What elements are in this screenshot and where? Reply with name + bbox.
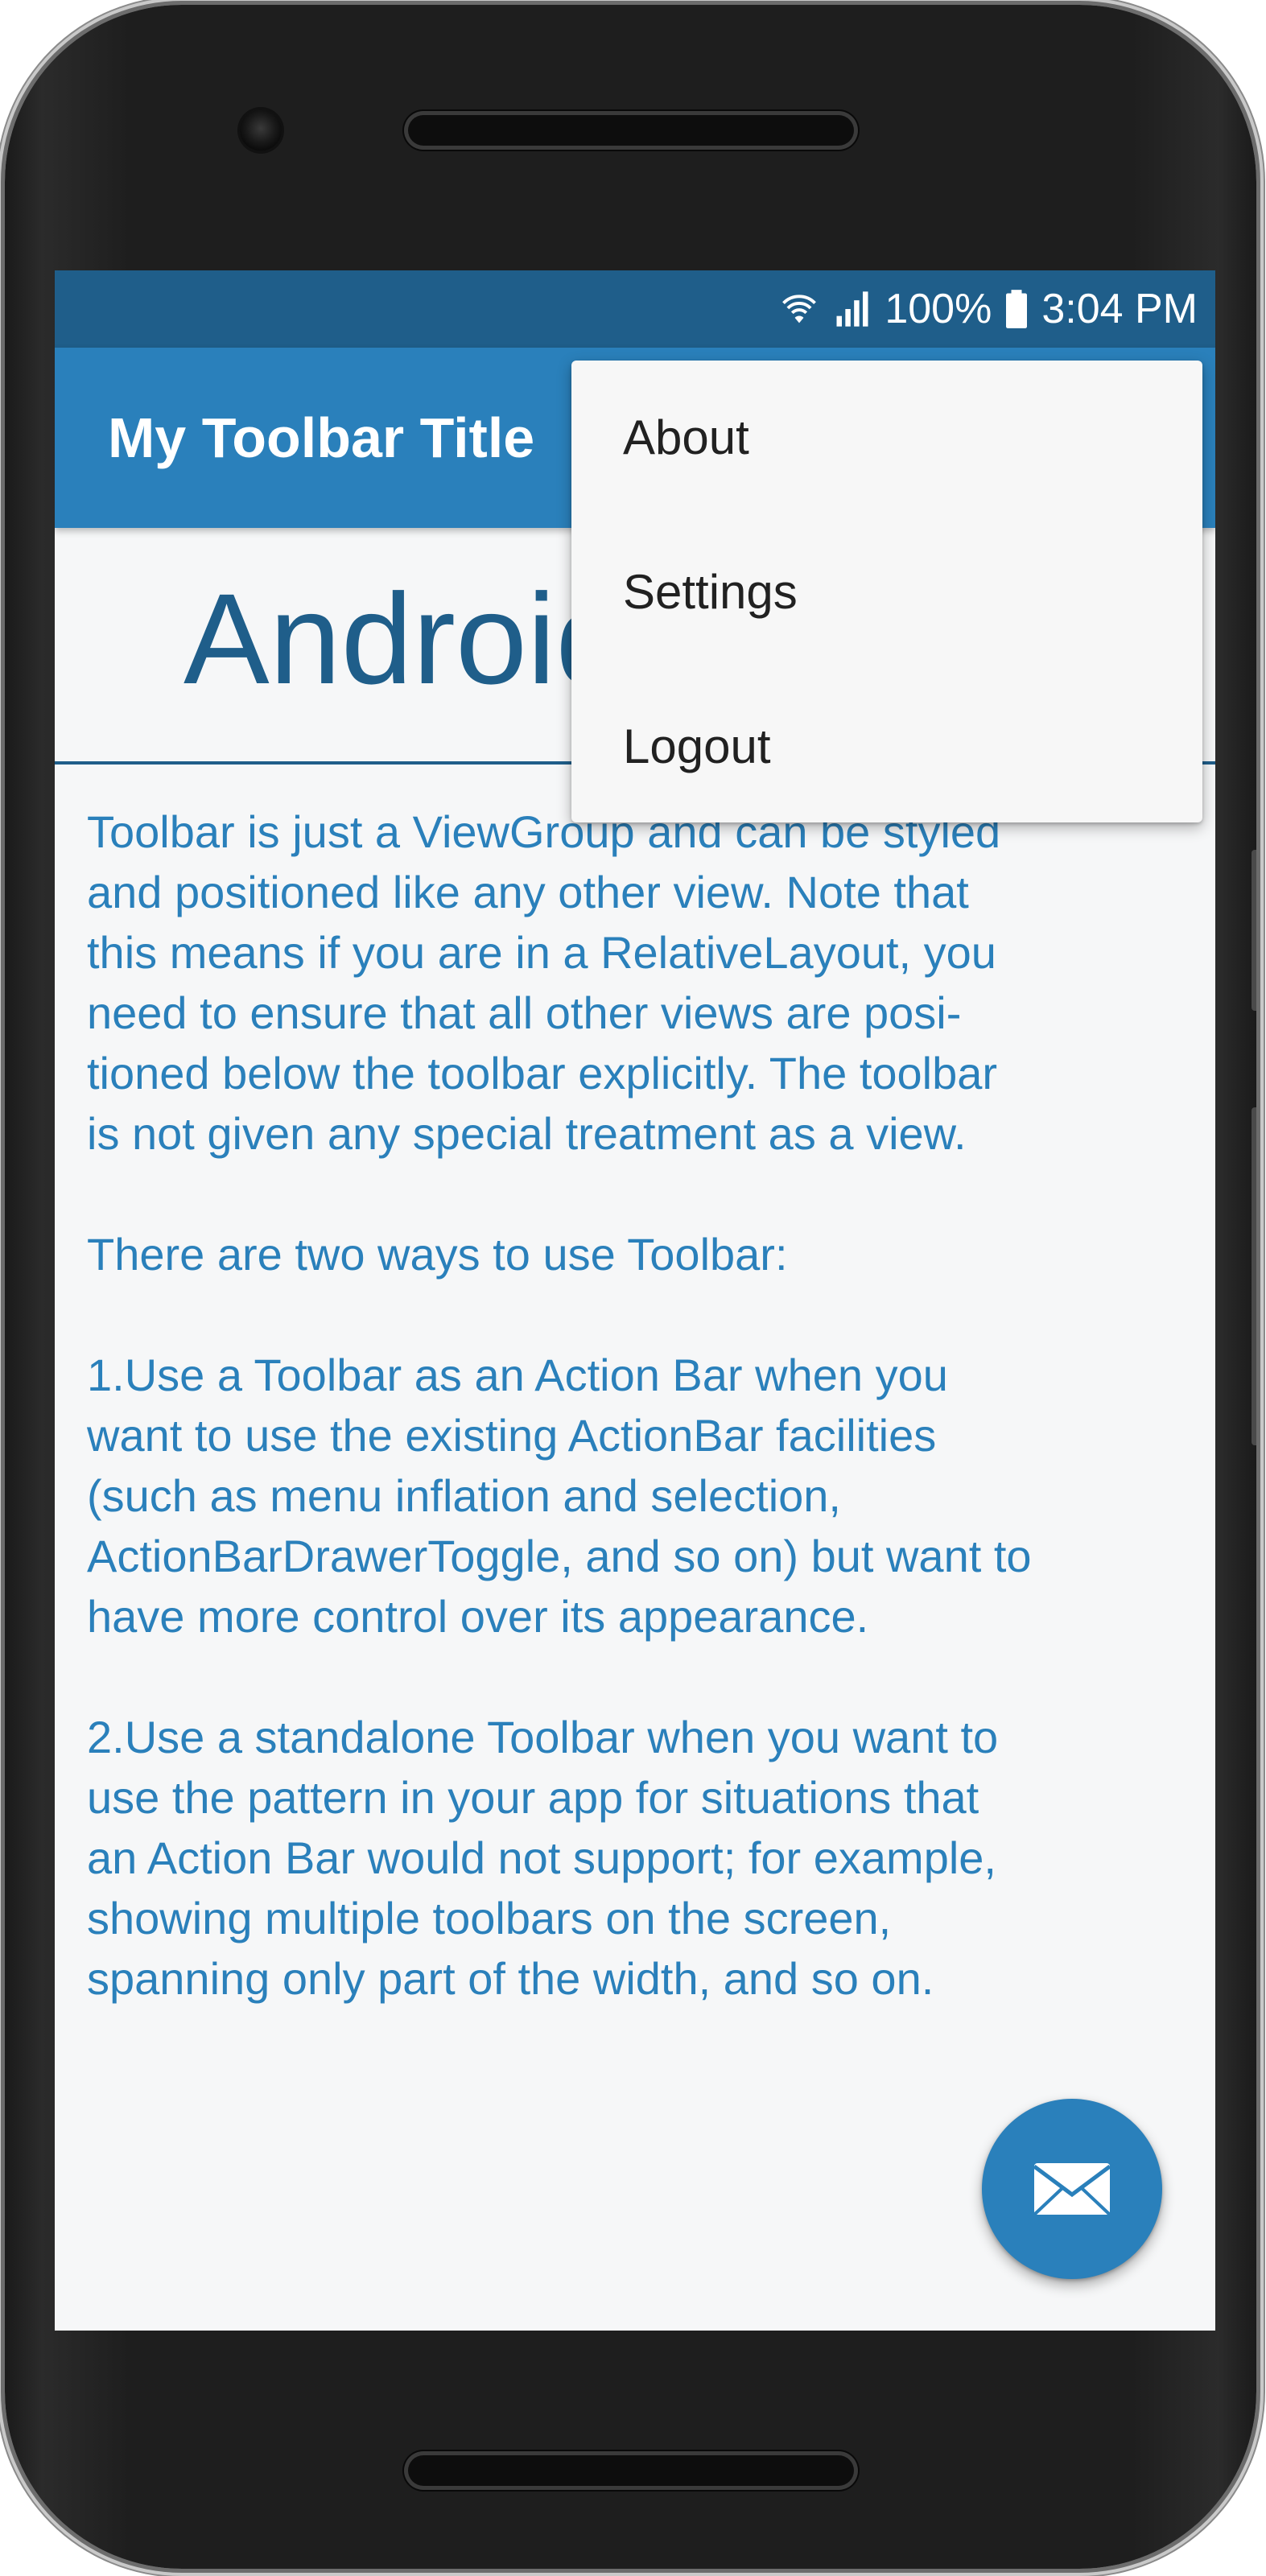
phone-frame: 100% 3:04 PM My Toolbar Title Android To… (5, 5, 1256, 2569)
bottom-speaker (404, 2451, 858, 2490)
paragraph: 2.Use a standalone Toolbar when you want… (87, 1712, 999, 2004)
paragraph: 1.Use a Toolbar as an Action Bar when yo… (87, 1350, 1032, 1642)
content-body: Toolbar is just a ViewGroup and can be s… (87, 802, 1206, 2069)
paragraph: Toolbar is just a ViewGroup and can be s… (87, 806, 1001, 1159)
earpiece-speaker (404, 111, 858, 150)
status-bar: 100% 3:04 PM (55, 270, 1215, 348)
compose-mail-fab[interactable] (982, 2099, 1162, 2279)
menu-item-about[interactable]: About (571, 361, 1202, 515)
menu-item-settings[interactable]: Settings (571, 515, 1202, 670)
status-indicators: 100% 3:04 PM (778, 270, 1198, 348)
app-screen: 100% 3:04 PM My Toolbar Title Android To… (55, 270, 1215, 2331)
phone-side-button (1252, 1107, 1256, 1445)
front-camera (240, 109, 282, 151)
content-heading: Android (184, 567, 628, 711)
overflow-menu: About Settings Logout (571, 361, 1202, 822)
signal-icon (831, 288, 873, 330)
menu-item-logout[interactable]: Logout (571, 670, 1202, 824)
paragraph: There are two ways to use Toolbar: (87, 1229, 788, 1280)
mail-icon (1032, 2161, 1112, 2217)
toolbar-title: My Toolbar Title (108, 406, 535, 469)
clock: 3:04 PM (1041, 286, 1198, 332)
battery-percent: 100% (885, 286, 992, 332)
phone-side-button (1252, 850, 1256, 1011)
battery-icon (1003, 288, 1030, 330)
wifi-icon (778, 288, 820, 330)
